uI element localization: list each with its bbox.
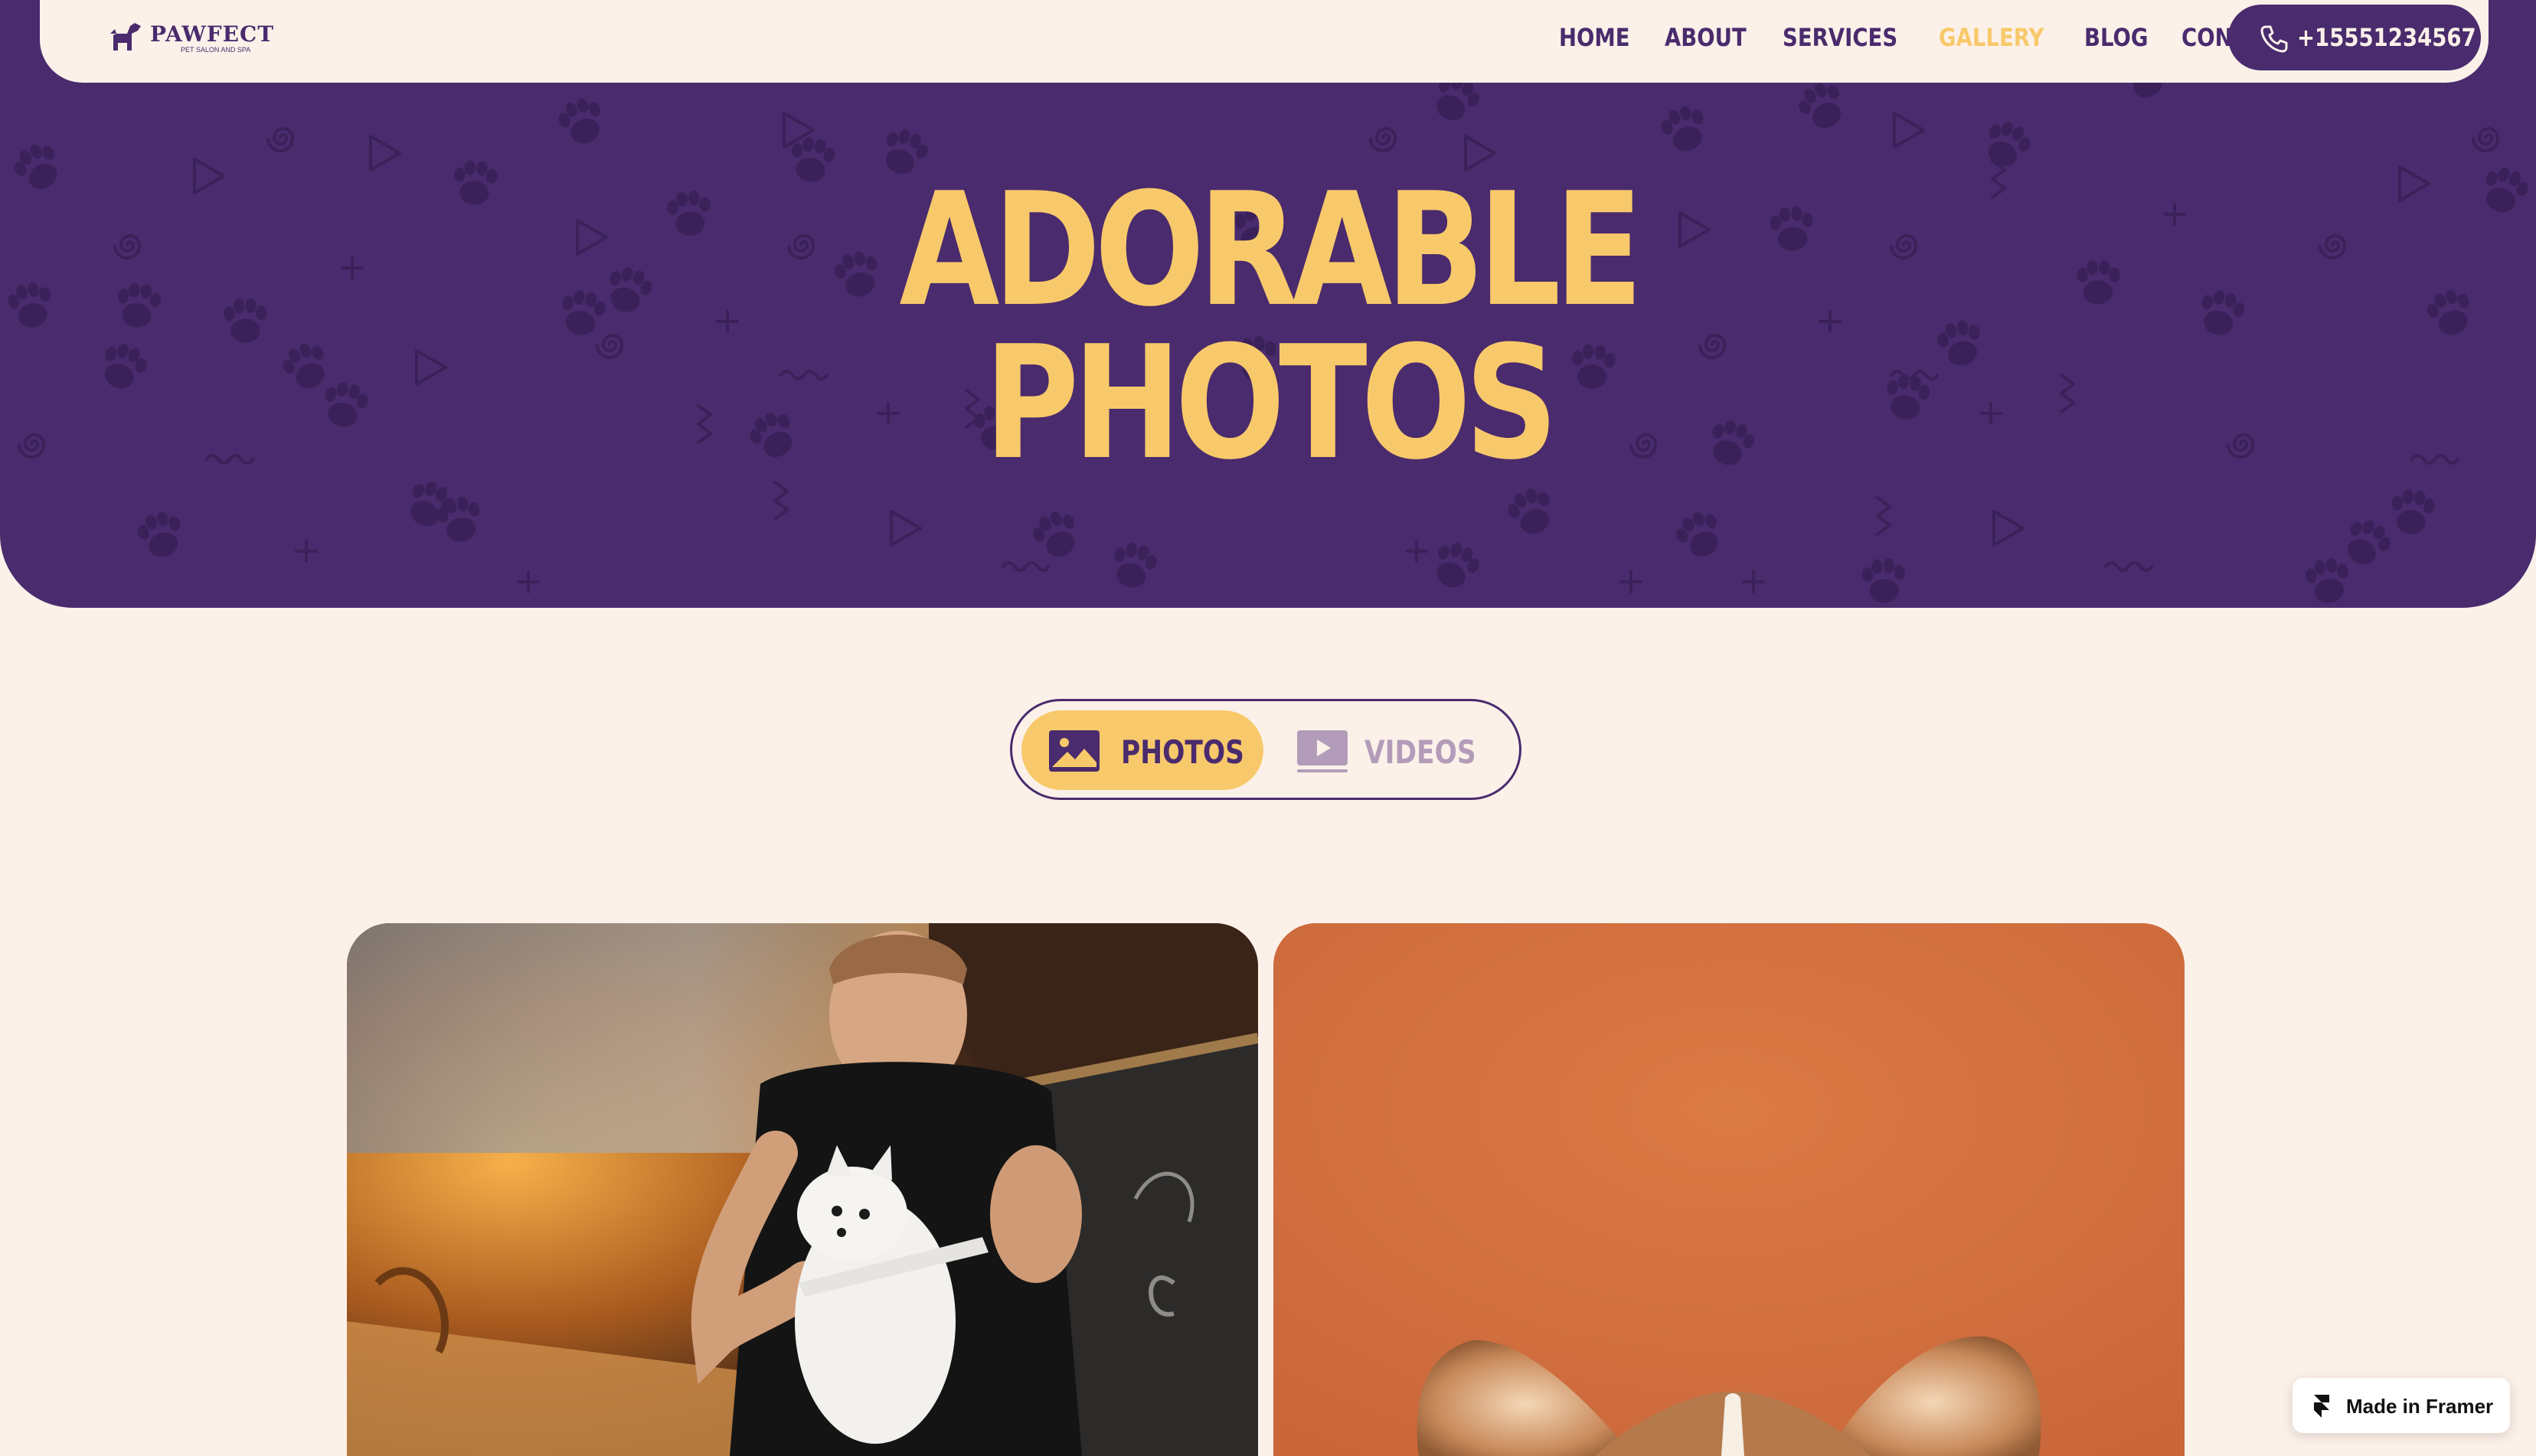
made-in-framer-label: Made in Framer <box>2346 1395 2494 1418</box>
tab-photos[interactable]: PHOTOS <box>1021 710 1263 790</box>
tab-photos-label: PHOTOS <box>1121 733 1244 771</box>
phone-button[interactable]: +15551234567 <box>2228 5 2481 70</box>
nav-link-about[interactable]: ABOUT <box>1665 23 1747 52</box>
nav-link-gallery[interactable]: GALLERY <box>1939 23 2044 52</box>
logo-tagline: PET SALON AND SPA <box>181 46 251 54</box>
tab-videos[interactable]: VIDEOS <box>1274 710 1504 790</box>
gallery-photo-groomer[interactable] <box>347 923 1258 1456</box>
phone-icon <box>2260 25 2288 53</box>
tab-videos-label: VIDEOS <box>1364 733 1476 771</box>
groomer-photo-image <box>347 923 1258 1456</box>
image-icon <box>1049 730 1100 772</box>
page-title: ADORABLE PHOTOS <box>216 173 2321 482</box>
corgi-photo-image <box>1273 923 2185 1456</box>
video-icon <box>1297 730 1348 772</box>
logo[interactable]: PAWFECT PET SALON AND SPA <box>107 20 276 58</box>
gallery-photo-corgi[interactable] <box>1273 923 2185 1456</box>
hero-banner: ADORABLE PHOTOS <box>0 0 2536 608</box>
framer-icon <box>2314 1395 2329 1418</box>
dog-icon <box>110 23 141 51</box>
logo-name: PAWFECT <box>150 21 275 47</box>
page-title-line-2: PHOTOS <box>984 313 1558 495</box>
phone-number: +15551234567 <box>2297 23 2476 52</box>
nav-link-home[interactable]: HOME <box>1559 23 1630 52</box>
made-in-framer-badge[interactable]: Made in Framer <box>2293 1378 2510 1433</box>
main-nav: HOME ABOUT SERVICES GALLERY BLOG CONTACT <box>1559 0 2302 75</box>
top-navbar: PAWFECT PET SALON AND SPA HOME ABOUT SER… <box>40 0 2489 83</box>
nav-link-blog[interactable]: BLOG <box>2084 23 2149 52</box>
nav-link-services[interactable]: SERVICES <box>1783 23 1897 52</box>
media-type-toggle: PHOTOS VIDEOS <box>1010 699 1521 800</box>
